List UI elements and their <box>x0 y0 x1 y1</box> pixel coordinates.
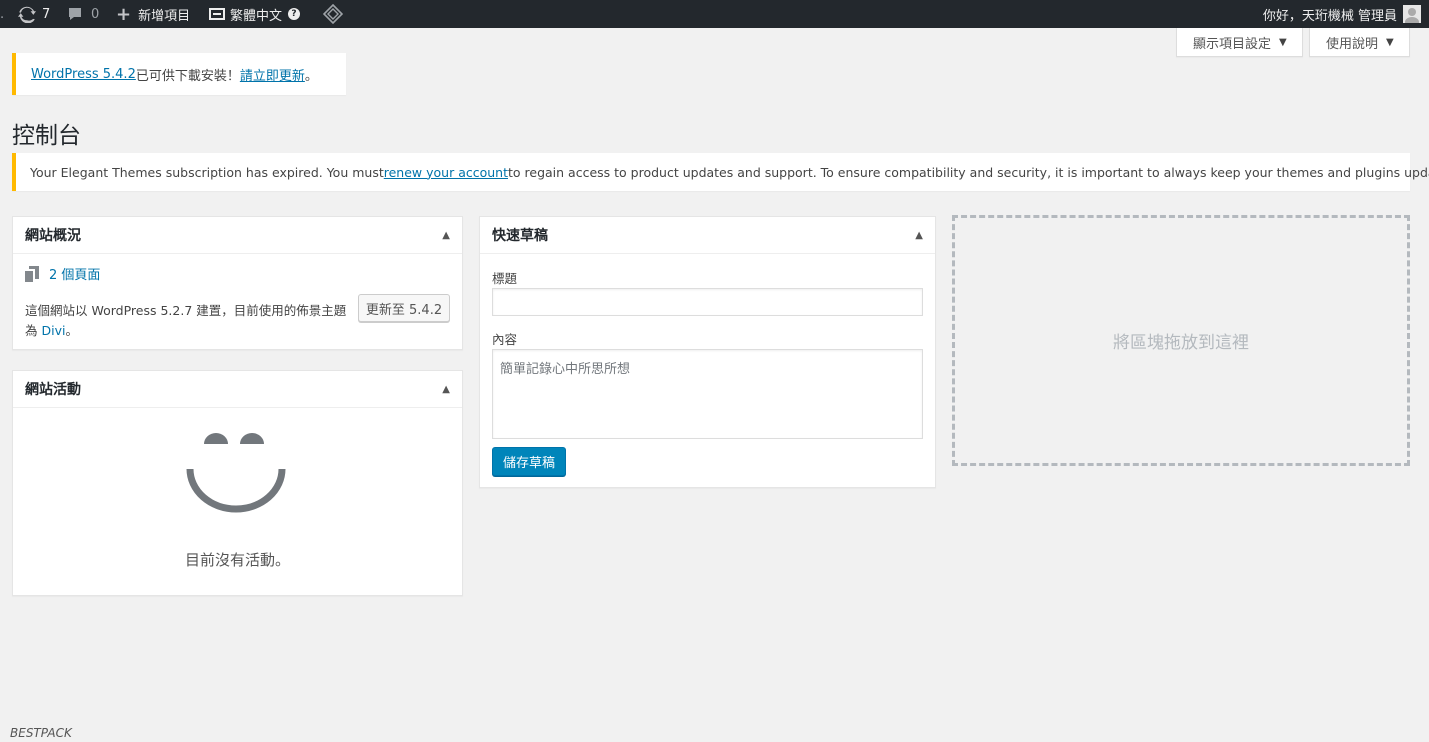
update-notice-text: 已可供下載安裝！ <box>135 68 240 84</box>
smiley-icon <box>186 433 286 513</box>
activity-title: 網站活動 <box>25 382 81 398</box>
update-button-label: 更新至 5.4.2 <box>365 302 443 318</box>
quick-draft-widget: 快速草稿 ▲ 標題 內容 儲存草稿 <box>479 216 936 488</box>
drop-zone-text: 將區塊拖放到這裡 <box>1113 333 1249 353</box>
draft-content-label: 內容 <box>492 332 518 347</box>
quick-draft-title: 快速草稿 <box>492 228 548 244</box>
renew-account-link[interactable]: renew your account <box>384 165 508 180</box>
update-wordpress-button[interactable]: 更新至 5.4.2 <box>358 294 450 322</box>
screen-options-label: 顯示項目設定 <box>1193 36 1272 52</box>
help-button[interactable]: 使用說明 ▼ <box>1309 28 1410 57</box>
help-icon[interactable]: ? <box>288 8 301 20</box>
collapse-arrow-icon[interactable]: ▲ <box>442 230 450 241</box>
avatar <box>1403 5 1421 23</box>
wordpress-version-info: 這個網站以 WordPress 5.2.7 建置，目前使用的佈景主題為 Divi… <box>25 301 355 341</box>
quick-draft-header[interactable]: 快速草稿 ▲ <box>480 217 935 254</box>
pages-icon <box>25 265 39 282</box>
draft-title-label: 標題 <box>492 271 518 286</box>
screen-options-button[interactable]: 顯示項目設定 ▼ <box>1176 28 1303 57</box>
version-end: 。 <box>65 323 78 338</box>
activity-header[interactable]: 網站活動 ▲ <box>13 371 462 408</box>
collapse-arrow-icon[interactable]: ▲ <box>915 230 923 241</box>
theme-link[interactable]: Divi <box>41 323 65 338</box>
help-label: 使用說明 <box>1326 36 1379 52</box>
language-menu[interactable]: 繁體中文 ? <box>209 0 301 28</box>
elegant-themes-notice: Your Elegant Themes subscription has exp… <box>12 153 1429 191</box>
admin-bar-left-edge: . <box>0 6 5 22</box>
new-content-label: 新增項目 <box>138 8 191 24</box>
collapse-arrow-icon[interactable]: ▲ <box>442 384 450 395</box>
comments-menu[interactable]: 0 <box>67 0 99 28</box>
pages-count-link[interactable]: 2 個頁面 <box>49 264 100 283</box>
caret-down-icon: ▼ <box>1386 36 1394 48</box>
diamond-icon <box>323 4 343 24</box>
save-draft-button[interactable]: 儲存草稿 <box>492 447 566 476</box>
greeting: 你好，天珩機械 管理員 <box>1262 8 1397 24</box>
save-draft-label: 儲存草稿 <box>502 456 555 471</box>
activity-widget: 網站活動 ▲ 目前沒有活動。 <box>12 370 463 596</box>
language-label: 繁體中文 <box>230 8 283 24</box>
updates-count: 7 <box>42 6 51 22</box>
my-account-menu[interactable]: 你好，天珩機械 管理員 <box>1263 0 1421 28</box>
updates-menu[interactable]: 7 <box>18 0 50 28</box>
empty-drop-zone[interactable]: 將區塊拖放到這裡 <box>952 215 1410 466</box>
page-title: 控制台 <box>12 123 81 149</box>
elegant-notice-text-after: to regain access to product updates and … <box>508 164 1429 180</box>
comment-icon <box>69 8 81 20</box>
pages-count-item[interactable]: 2 個頁面 <box>25 264 100 283</box>
wordpress-version-link[interactable]: WordPress 5.4.2 <box>31 67 136 82</box>
new-content-menu[interactable]: + 新增項目 <box>116 0 190 28</box>
draft-title-input[interactable] <box>492 288 923 316</box>
update-notice-end: 。 <box>304 68 318 84</box>
at-a-glance-widget: 網站概況 ▲ 2 個頁面 這個網站以 WordPress 5.2.7 建置，目前… <box>12 216 463 350</box>
language-icon <box>209 8 225 20</box>
footer-mark: BESTPACK <box>10 726 72 740</box>
no-activity-text: 目前沒有活動。 <box>184 551 290 569</box>
plugin-menu[interactable] <box>323 0 343 28</box>
admin-bar: . 7 0 + 新增項目 繁體中文 ? 你好，天珩機械 管理員 <box>0 0 1429 28</box>
update-now-link[interactable]: 請立即更新 <box>240 65 305 84</box>
draft-content-textarea[interactable] <box>492 349 923 439</box>
plus-icon: + <box>116 3 132 25</box>
at-a-glance-header[interactable]: 網站概況 ▲ <box>13 217 462 254</box>
comments-count: 0 <box>91 6 100 22</box>
elegant-notice-text-before: Your Elegant Themes subscription has exp… <box>30 164 384 180</box>
refresh-icon <box>18 6 36 23</box>
caret-down-icon: ▼ <box>1279 36 1287 48</box>
update-notice: WordPress 5.4.2 已可供下載安裝！ 請立即更新 。 <box>12 53 346 95</box>
at-a-glance-title: 網站概況 <box>25 228 81 244</box>
